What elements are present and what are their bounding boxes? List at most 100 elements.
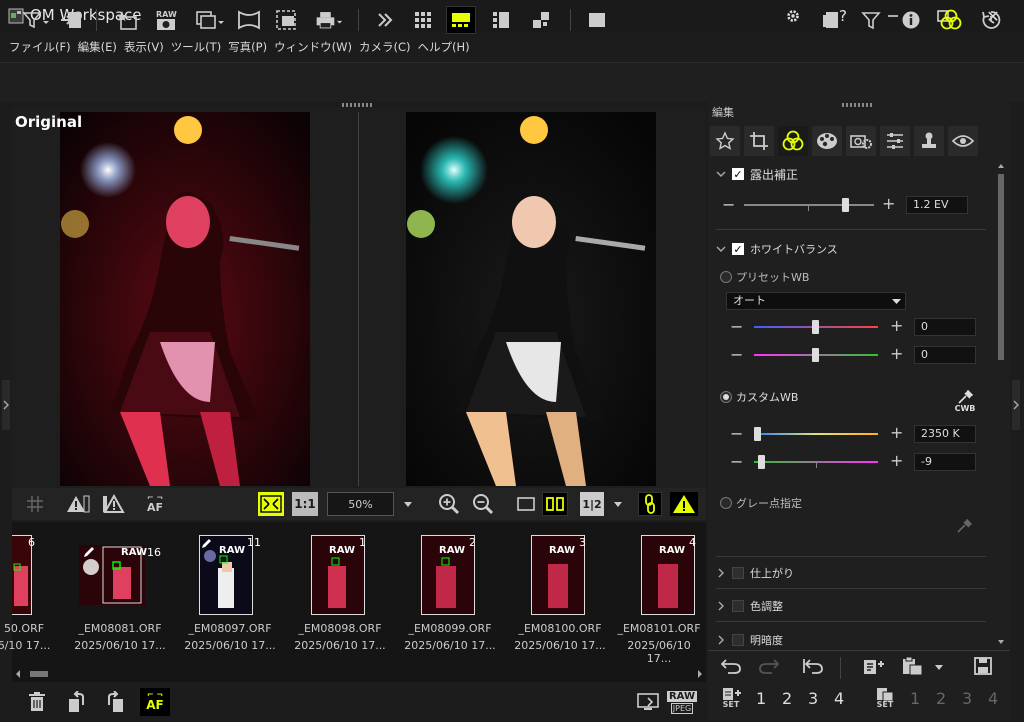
copy-dropdown-button[interactable] — [194, 6, 224, 34]
rotate-left-button[interactable] — [64, 688, 94, 716]
menu-camera[interactable]: カメラ(C) — [356, 39, 414, 55]
tab-rating[interactable] — [710, 126, 740, 156]
af-point-button[interactable]: ⌐ ¬ AF — [142, 492, 168, 516]
tint-value-field[interactable]: -9 — [914, 453, 976, 471]
panel-resize-handle[interactable] — [342, 103, 374, 107]
color-adjust-expand-toggle[interactable] — [716, 600, 728, 612]
color-adjust-section-label[interactable]: 色調整 — [750, 598, 783, 614]
kelvin-decrease-button[interactable]: − — [730, 424, 743, 443]
color-adjust-button[interactable] — [936, 6, 966, 34]
warning-toggle-button[interactable] — [670, 492, 698, 516]
wb-preset-green-increase[interactable]: + — [890, 344, 903, 363]
filmstrip-view-button[interactable] — [446, 6, 476, 34]
compare-view-button[interactable] — [526, 6, 556, 34]
finish-checkbox[interactable] — [732, 567, 744, 579]
zoom-out-button[interactable] — [470, 492, 496, 516]
edit-panel-scrollbar[interactable] — [996, 160, 1006, 648]
tint-increase-button[interactable]: + — [890, 451, 903, 470]
history-button[interactable] — [976, 6, 1006, 34]
zoom-in-button[interactable] — [436, 492, 462, 516]
custom-wb-radio[interactable] — [720, 391, 732, 403]
zoom-dropdown-button[interactable] — [400, 492, 416, 516]
wb-collapse-toggle[interactable] — [716, 243, 728, 255]
set-slot-1-button[interactable]: 1 — [756, 689, 766, 708]
apply-slot-1-button[interactable]: 1 — [910, 689, 920, 708]
exposure-value-field[interactable]: 1.2 EV — [906, 196, 968, 214]
actual-size-button[interactable]: 1:1 — [292, 492, 318, 516]
gray-point-radio[interactable] — [720, 497, 732, 509]
kelvin-value-field[interactable]: 2350 K — [914, 425, 976, 443]
panel-drag-handle[interactable] — [842, 103, 874, 107]
finish-expand-toggle[interactable] — [716, 567, 728, 579]
wb-preset-green-value[interactable]: 0 — [914, 346, 976, 364]
set-apply-button[interactable]: SET — [870, 686, 900, 716]
exposure-collapse-toggle[interactable] — [716, 168, 728, 180]
apply-slot-4-button[interactable]: 4 — [988, 689, 998, 708]
kelvin-slider-thumb[interactable] — [754, 427, 761, 441]
tint-slider[interactable] — [754, 453, 878, 471]
tint-slider-thumb[interactable] — [758, 455, 765, 469]
menu-photo[interactable]: 写真(P) — [225, 39, 270, 55]
wb-preset-amber-thumb[interactable] — [812, 320, 819, 334]
zoom-input[interactable]: 50% — [327, 492, 394, 516]
finish-section-label[interactable]: 仕上がり — [750, 565, 794, 581]
filter-button[interactable] — [856, 6, 886, 34]
kelvin-increase-button[interactable]: + — [890, 423, 903, 442]
exposure-increase-button[interactable]: + — [882, 194, 895, 213]
import-button[interactable] — [56, 6, 86, 34]
tab-adjustments[interactable] — [880, 126, 910, 156]
redo-button[interactable] — [754, 652, 784, 680]
left-panel-toggle[interactable] — [2, 380, 10, 430]
print-dropdown-button[interactable] — [314, 6, 344, 34]
raw-develop-button[interactable]: RAW — [152, 6, 182, 34]
wb-preset-green-thumb[interactable] — [812, 348, 819, 362]
menu-file[interactable]: ファイル(F) — [6, 39, 74, 55]
save-button[interactable] — [968, 652, 998, 680]
raw-jpeg-filter-button[interactable]: RAW JPEG — [666, 687, 698, 717]
exposure-decrease-button[interactable]: − — [722, 195, 735, 214]
reset-button[interactable] — [798, 652, 828, 680]
compare-mode-dropdown[interactable] — [610, 492, 626, 516]
tab-crop[interactable] — [744, 126, 774, 156]
tab-camera-settings[interactable] — [846, 126, 876, 156]
wb-preset-amber-increase[interactable]: + — [890, 316, 903, 335]
wb-preset-green-slider[interactable] — [754, 346, 878, 364]
paste-settings-button[interactable] — [898, 652, 928, 680]
apply-slot-2-button[interactable]: 2 — [936, 689, 946, 708]
convert-button[interactable] — [272, 6, 302, 34]
info-button[interactable] — [896, 6, 926, 34]
raw-jpeg-link-button[interactable] — [634, 688, 664, 716]
file-info-button[interactable] — [816, 6, 846, 34]
tint-decrease-button[interactable]: − — [730, 452, 743, 471]
menu-help[interactable]: ヘルプ(H) — [414, 39, 472, 55]
wb-preset-amber-decrease[interactable]: − — [730, 317, 743, 336]
delete-button[interactable] — [22, 688, 52, 716]
tab-art-filter[interactable] — [812, 126, 842, 156]
highlight-warning-button[interactable] — [64, 492, 92, 516]
set-slot-4-button[interactable]: 4 — [834, 689, 844, 708]
rotate-right-button[interactable] — [98, 688, 128, 716]
brightness-expand-toggle[interactable] — [716, 634, 728, 646]
apply-slot-3-button[interactable]: 3 — [962, 689, 972, 708]
preset-wb-select[interactable]: オート — [726, 292, 906, 310]
grid-toggle-button[interactable] — [22, 492, 48, 516]
menu-edit[interactable]: 編集(E) — [75, 39, 120, 55]
paste-dropdown-button[interactable] — [934, 660, 948, 674]
fit-to-window-button[interactable] — [258, 492, 284, 516]
wb-preset-amber-value[interactable]: 0 — [914, 318, 976, 336]
wb-preset-amber-slider[interactable] — [754, 318, 878, 336]
exposure-checkbox[interactable]: ✓ — [732, 168, 744, 181]
cwb-picker-button[interactable]: CWB — [952, 390, 978, 416]
filmstrip-scrollbar[interactable] — [14, 668, 704, 680]
link-compare-button[interactable] — [638, 492, 662, 516]
color-adjust-checkbox[interactable] — [732, 600, 744, 612]
tab-preview[interactable] — [948, 126, 978, 156]
exposure-slider[interactable] — [744, 196, 874, 214]
brightness-checkbox[interactable] — [732, 634, 744, 646]
set-save-button[interactable]: SET — [716, 686, 746, 716]
single-view-button[interactable] — [582, 6, 612, 34]
shadow-warning-button[interactable] — [100, 492, 128, 516]
more-tools-button[interactable] — [370, 6, 400, 34]
preset-wb-radio[interactable] — [720, 271, 732, 283]
wb-preset-green-decrease[interactable]: − — [730, 345, 743, 364]
